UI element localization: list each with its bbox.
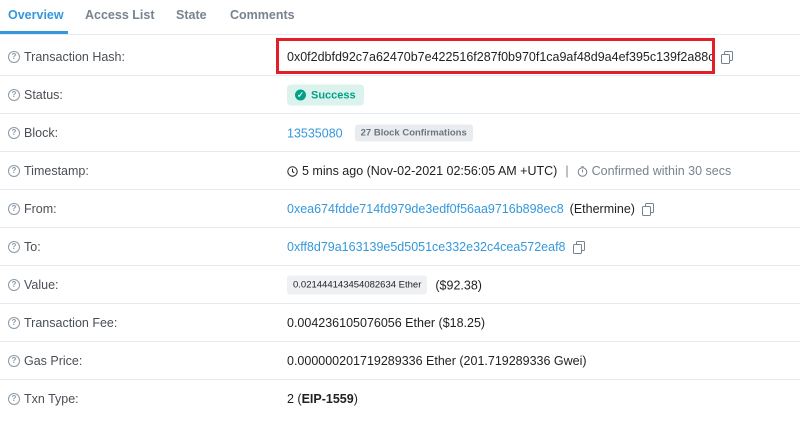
tab-bar: Overview Access List State Comments (0, 0, 800, 35)
help-icon[interactable]: ? (8, 317, 20, 329)
help-icon[interactable]: ? (8, 203, 20, 215)
clock-icon (287, 165, 298, 177)
copy-icon[interactable] (641, 202, 654, 216)
gas-price-value: 0.000000201719289336 Ether (201.71928933… (287, 354, 587, 368)
row-status: ? Status: ✓ Success (0, 76, 800, 114)
from-address-link[interactable]: 0xea674fdde714fd979de3edf0f56aa9716b898e… (287, 202, 564, 216)
from-name: (Ethermine) (569, 202, 635, 216)
txn-type-label: Txn Type: (24, 392, 79, 406)
timestamp-value: 5 mins ago (Nov-02-2021 02:56:05 AM +UTC… (302, 164, 558, 178)
from-label: From: (24, 202, 57, 216)
check-circle-icon: ✓ (295, 89, 306, 101)
tab-access-list[interactable]: Access List (85, 8, 154, 22)
help-icon[interactable]: ? (8, 241, 20, 253)
value-label: Value: (24, 278, 59, 292)
row-timestamp: ? Timestamp: 5 mins ago (Nov-02-2021 02:5… (0, 152, 800, 190)
transaction-hash-label: Transaction Hash: (24, 50, 125, 64)
help-icon[interactable]: ? (8, 127, 20, 139)
help-icon[interactable]: ? (8, 51, 20, 63)
timestamp-separator: | (565, 164, 569, 178)
block-label: Block: (24, 126, 59, 140)
gas-price-label: Gas Price: (24, 354, 83, 368)
to-label: To: (24, 240, 41, 254)
txn-type-value: EIP-1559 (301, 392, 354, 406)
row-txn-type: ? Txn Type: 2 (EIP-1559) (0, 380, 800, 418)
confirmed-within-text: Confirmed within 30 secs (591, 164, 732, 178)
timestamp-label: Timestamp: (24, 164, 89, 178)
active-tab-indicator (0, 31, 68, 34)
value-usd: ($92.38) (435, 278, 482, 292)
row-value: ? Value: 0.021444143454082634 Ether ($92.… (0, 266, 800, 304)
stopwatch-icon (577, 165, 587, 177)
status-value: Success (311, 89, 356, 101)
copy-icon[interactable] (572, 240, 585, 254)
tab-overview[interactable]: Overview (8, 8, 64, 22)
copy-icon[interactable] (721, 50, 734, 64)
row-block: ? Block: 13535080 27 Block Confirmations (0, 114, 800, 152)
status-badge: ✓ Success (287, 84, 364, 106)
transaction-fee-label: Transaction Fee: (24, 316, 118, 330)
hash-highlight-box (276, 38, 715, 74)
ether-amount-badge: 0.021444143454082634 Ether (287, 275, 428, 295)
help-icon[interactable]: ? (8, 279, 20, 291)
block-number-link[interactable]: 13535080 (287, 126, 343, 140)
txn-type-suffix: ) (353, 392, 358, 406)
tab-state[interactable]: State (176, 8, 207, 22)
txn-type-prefix: 2 ( (287, 392, 302, 406)
help-icon[interactable]: ? (8, 355, 20, 367)
row-from: ? From: 0xea674fdde714fd979de3edf0f56aa97… (0, 190, 800, 228)
tab-comments[interactable]: Comments (230, 8, 295, 22)
confirmations-badge: 27 Block Confirmations (354, 124, 473, 142)
help-icon[interactable]: ? (8, 393, 20, 405)
row-transaction-fee: ? Transaction Fee: 0.004236105076056 Ethe… (0, 304, 800, 342)
to-address-link[interactable]: 0xff8d79a163139e5d5051ce332e32c4cea572ea… (287, 240, 566, 254)
status-label: Status: (24, 88, 63, 102)
help-icon[interactable]: ? (8, 89, 20, 101)
help-icon[interactable]: ? (8, 165, 20, 177)
row-gas-price: ? Gas Price: 0.000000201719289336 Ether (… (0, 342, 800, 380)
row-to: ? To: 0xff8d79a163139e5d5051ce332e32c4cea… (0, 228, 800, 266)
transaction-fee-value: 0.004236105076056 Ether ($18.25) (287, 316, 486, 330)
